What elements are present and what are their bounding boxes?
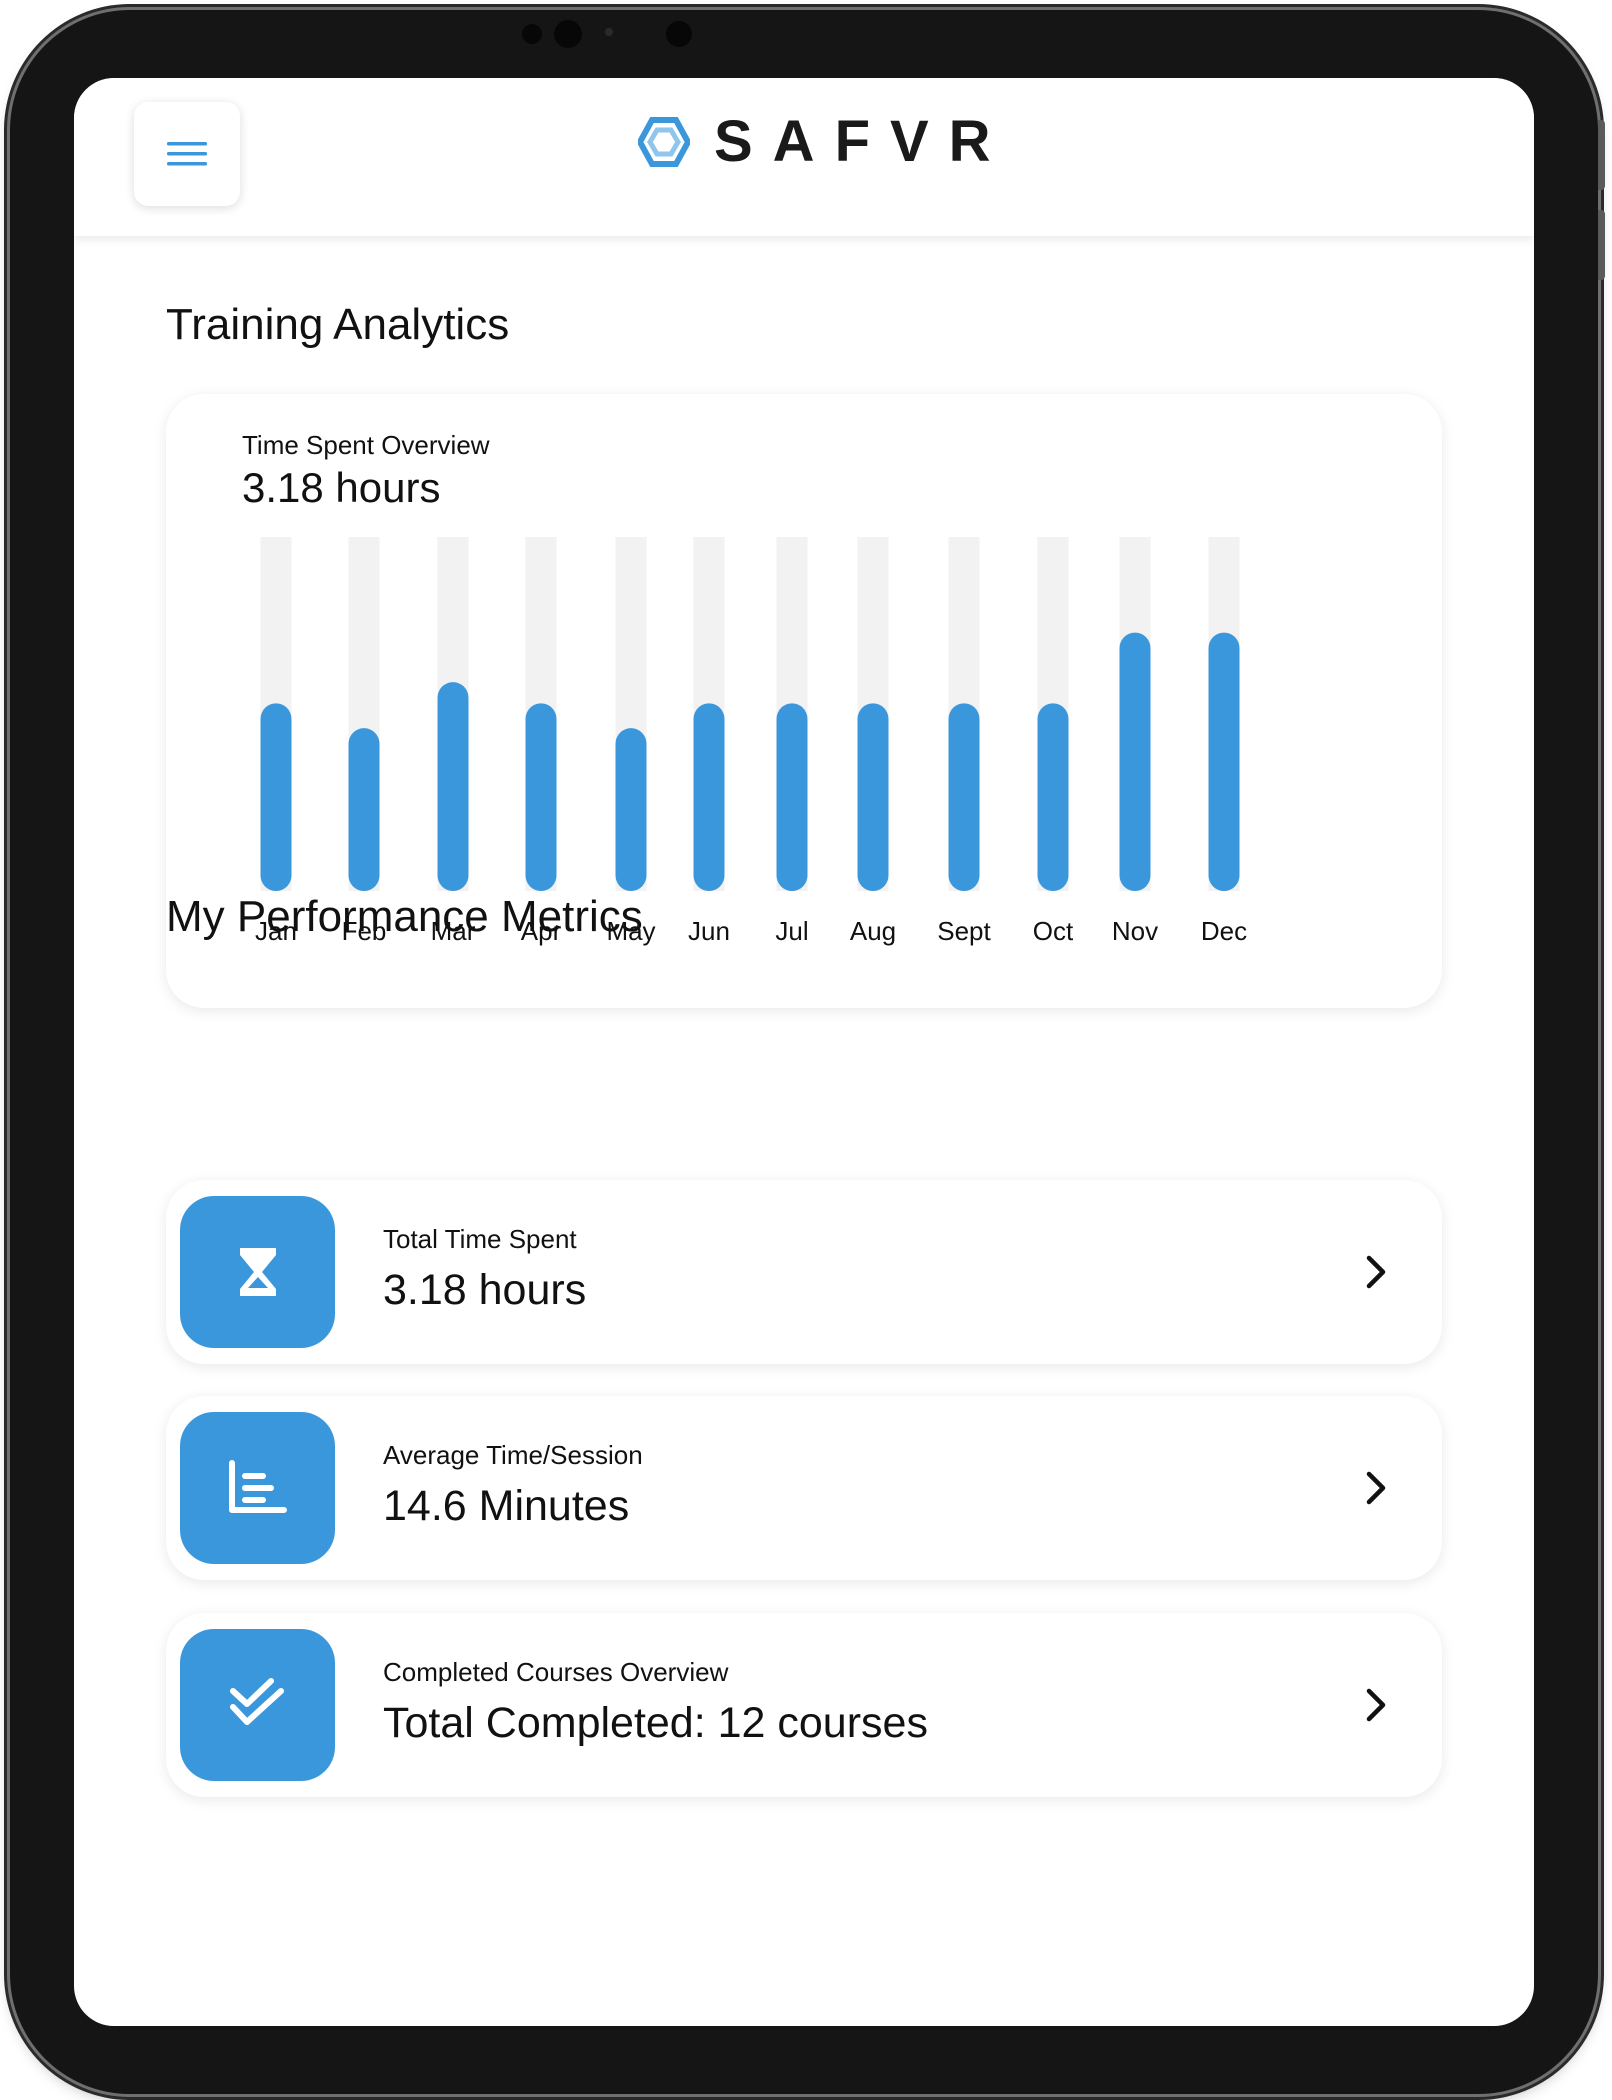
bar-apr[interactable]	[525, 703, 557, 891]
x-tick-label: Jul	[775, 916, 808, 946]
camera-sensor	[666, 21, 692, 47]
chevron-right-icon[interactable]	[1356, 1466, 1396, 1510]
metric-card-completed-courses[interactable]: Completed Courses Overview Total Complet…	[166, 1613, 1442, 1797]
camera-sensor	[605, 28, 613, 36]
safvr-hexagon-logo-icon	[638, 117, 690, 167]
x-tick-label: Oct	[1033, 916, 1074, 946]
metric-label: Completed Courses Overview	[383, 1657, 729, 1687]
metrics-section-title: My Performance Metrics	[166, 892, 643, 941]
tablet-frame: SAFVR Training Analytics Time Spent Over…	[10, 10, 1605, 2094]
chevron-right-icon[interactable]	[1356, 1683, 1396, 1727]
menu-button[interactable]	[134, 102, 240, 206]
app-logo[interactable]: SAFVR	[638, 110, 1011, 174]
metric-icon-tile	[180, 1412, 335, 1564]
x-tick-label: Dec	[1201, 916, 1247, 946]
app-header: SAFVR	[74, 78, 1534, 236]
hourglass-icon	[239, 1248, 276, 1296]
metric-value: Total Completed: 12 courses	[383, 1699, 928, 1747]
bar-dec[interactable]	[1208, 632, 1240, 891]
bar-jul[interactable]	[776, 703, 808, 891]
bar-mar[interactable]	[437, 682, 469, 891]
chevron-right-icon[interactable]	[1356, 1250, 1396, 1294]
front-camera	[554, 20, 582, 48]
bar-feb[interactable]	[348, 728, 380, 891]
metric-value: 14.6 Minutes	[383, 1482, 630, 1530]
app-screen: SAFVR Training Analytics Time Spent Over…	[74, 78, 1534, 2026]
power-button	[1598, 210, 1605, 280]
x-tick-label: Jun	[688, 916, 730, 946]
bar-oct[interactable]	[1037, 703, 1069, 891]
x-tick-label: Aug	[850, 916, 896, 946]
bar-jan[interactable]	[260, 703, 292, 891]
x-tick-label: Nov	[1112, 916, 1158, 946]
metric-icon-tile	[180, 1629, 335, 1781]
logo-wordmark: SAFVR	[714, 109, 1011, 174]
metric-label: Total Time Spent	[383, 1224, 577, 1254]
bar-aug[interactable]	[857, 703, 889, 891]
metric-value: 3.18 hours	[383, 1266, 587, 1314]
bar-sept[interactable]	[948, 703, 980, 891]
metric-card-average-time[interactable]: Average Time/Session 14.6 Minutes	[166, 1396, 1442, 1580]
bar-may[interactable]	[615, 728, 647, 891]
hamburger-menu-icon	[167, 142, 207, 166]
metric-icon-tile	[180, 1196, 335, 1348]
double-check-icon	[229, 1678, 284, 1725]
bar-chart-icon	[228, 1460, 287, 1513]
bar-jun[interactable]	[693, 703, 725, 891]
volume-button	[1598, 120, 1605, 190]
camera-sensor	[522, 24, 542, 44]
bar-nov[interactable]	[1119, 632, 1151, 891]
page-title: Training Analytics	[166, 300, 510, 349]
metric-label: Average Time/Session	[383, 1440, 643, 1470]
metric-card-total-time[interactable]: Total Time Spent 3.18 hours	[166, 1180, 1442, 1364]
x-tick-label: Sept	[937, 916, 991, 946]
